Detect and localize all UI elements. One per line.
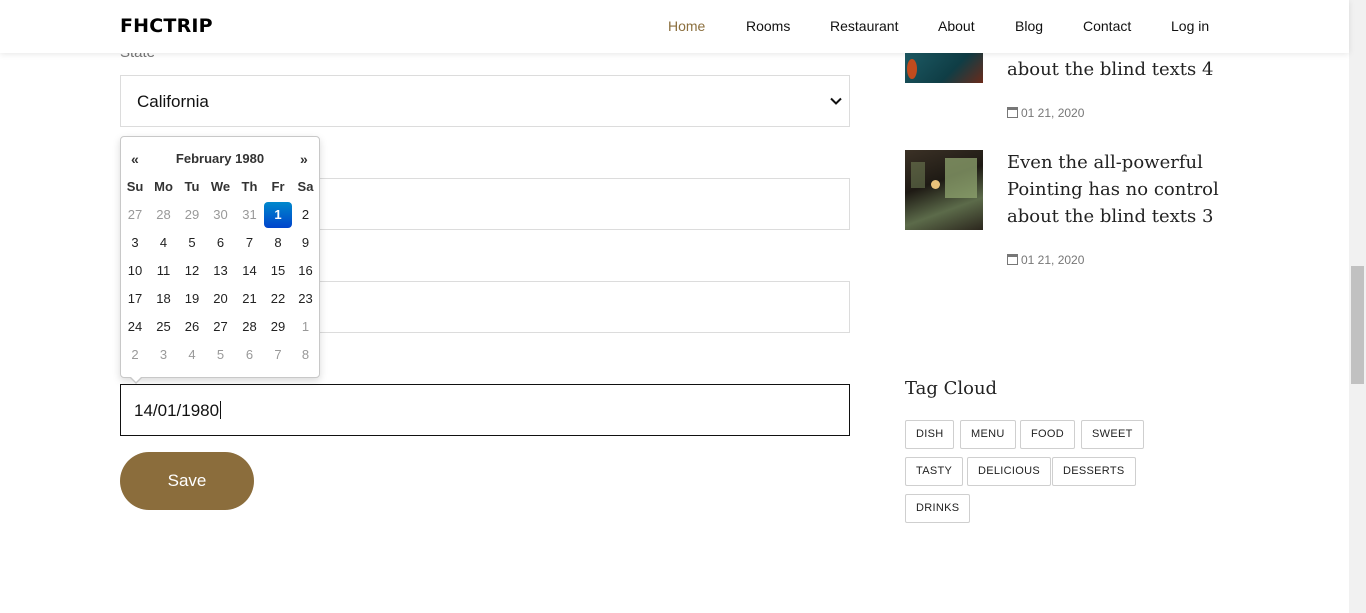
datepicker-day[interactable]: 17 — [121, 285, 149, 313]
datepicker-day[interactable]: 3 — [121, 229, 149, 257]
datepicker-day[interactable]: 21 — [235, 285, 264, 313]
post-thumbnail[interactable] — [905, 53, 983, 83]
nav-contact[interactable]: Contact — [1083, 18, 1131, 34]
datepicker-day[interactable]: 12 — [178, 257, 206, 285]
datepicker-day[interactable]: 7 — [235, 229, 264, 257]
datepicker-day[interactable]: 2 — [292, 201, 319, 229]
nav-rooms[interactable]: Rooms — [746, 18, 790, 34]
tag-dish[interactable]: DISH — [905, 420, 955, 449]
datepicker-day[interactable]: 20 — [206, 285, 235, 313]
tag-menu[interactable]: MENU — [960, 420, 1016, 449]
nav-blog[interactable]: Blog — [1015, 18, 1043, 34]
datepicker-day[interactable]: 5 — [206, 341, 235, 369]
datepicker-day[interactable]: 7 — [264, 341, 292, 369]
datepicker-day[interactable]: 28 — [235, 313, 264, 341]
datepicker-month-title[interactable]: February 1980 — [121, 151, 319, 166]
datepicker-day[interactable]: 14 — [235, 257, 264, 285]
datepicker-day[interactable]: 6 — [206, 229, 235, 257]
datepicker-day[interactable]: 9 — [292, 229, 319, 257]
datepicker-day[interactable]: 4 — [149, 229, 178, 257]
birthdate-input[interactable]: 14/01/1980 — [120, 384, 850, 436]
datepicker-day[interactable]: 8 — [292, 341, 319, 369]
post-thumbnail[interactable] — [905, 150, 983, 230]
chevron-down-icon — [830, 97, 842, 105]
calendar-icon — [1007, 254, 1018, 265]
datepicker-next-icon[interactable]: » — [300, 151, 308, 167]
tag-drinks[interactable]: DRINKS — [905, 494, 971, 523]
datepicker-day[interactable]: 26 — [178, 313, 206, 341]
tag-sweet[interactable]: SWEET — [1081, 420, 1144, 449]
brand-logo[interactable]: FHCTRIP — [120, 15, 213, 37]
datepicker-weekday: Su — [126, 179, 144, 194]
post-date: 01 21, 2020 — [1007, 106, 1084, 120]
datepicker-day[interactable]: 3 — [149, 341, 178, 369]
datepicker-weekday: Fr — [271, 179, 285, 194]
datepicker-day[interactable]: 27 — [206, 313, 235, 341]
nav-home[interactable]: Home — [668, 18, 705, 34]
nav-restaurant[interactable]: Restaurant — [830, 18, 898, 34]
datepicker-day[interactable]: 8 — [264, 229, 292, 257]
datepicker-day[interactable]: 23 — [292, 285, 319, 313]
datepicker-weekday: Tu — [184, 179, 200, 194]
scrollbar-thumb[interactable] — [1351, 266, 1364, 384]
datepicker-day[interactable]: 22 — [264, 285, 292, 313]
datepicker-day[interactable]: 6 — [235, 341, 264, 369]
recent-post-title[interactable]: Even the all-powerful Pointing has no co… — [1007, 149, 1237, 230]
datepicker-weekday: We — [210, 179, 231, 194]
nav-login[interactable]: Log in — [1171, 18, 1209, 34]
datepicker-day[interactable]: 2 — [121, 341, 149, 369]
datepicker-day[interactable]: 19 — [178, 285, 206, 313]
datepicker-day[interactable]: 31 — [235, 201, 264, 229]
datepicker-day[interactable]: 10 — [121, 257, 149, 285]
state-select[interactable]: California — [120, 75, 850, 127]
datepicker-day[interactable]: 27 — [121, 201, 149, 229]
calendar-icon — [1007, 107, 1018, 118]
datepicker-day[interactable]: 29 — [264, 313, 292, 341]
tag-delicious[interactable]: DELICIOUS — [967, 457, 1051, 486]
datepicker-day[interactable]: 29 — [178, 201, 206, 229]
datepicker-day[interactable]: 15 — [264, 257, 292, 285]
datepicker-day[interactable]: 25 — [149, 313, 178, 341]
datepicker-day[interactable]: 1 — [292, 313, 319, 341]
datepicker-popup: February 1980 « » Su Mo Tu We Th Fr Sa 27 28 29 30… — [120, 136, 320, 384]
datepicker-day[interactable]: 24 — [121, 313, 149, 341]
post-date: 01 21, 2020 — [1007, 253, 1084, 267]
tag-cloud-heading: Tag Cloud — [905, 378, 998, 399]
birthdate-value: 14/01/1980 — [134, 401, 222, 420]
recent-post-title[interactable]: about the blind texts 4 — [1007, 56, 1237, 83]
datepicker-prev-icon[interactable]: « — [131, 151, 139, 167]
datepicker-day[interactable]: 11 — [149, 257, 178, 285]
datepicker-day[interactable]: 5 — [178, 229, 206, 257]
datepicker-day[interactable]: 1 — [264, 202, 292, 228]
tag-tasty[interactable]: TASTY — [905, 457, 964, 486]
datepicker-day[interactable]: 30 — [206, 201, 235, 229]
top-navbar: FHCTRIP Home Rooms Restaurant About Blog… — [0, 0, 1349, 53]
datepicker-day[interactable]: 18 — [149, 285, 178, 313]
datepicker-weekday: Sa — [297, 179, 314, 194]
page-scrollbar[interactable] — [1349, 0, 1366, 613]
datepicker-day[interactable]: 13 — [206, 257, 235, 285]
datepicker-grid: Su Mo Tu We Th Fr Sa 27 28 29 30 31 1 2 3 4 5 6 7 8 9 10 11 12 1… — [121, 173, 319, 369]
datepicker-day[interactable]: 28 — [149, 201, 178, 229]
state-select-value: California — [137, 92, 209, 111]
nav-about[interactable]: About — [938, 18, 975, 34]
text-caret — [220, 401, 222, 419]
datepicker-weekday: Mo — [154, 179, 173, 194]
datepicker-day[interactable]: 16 — [292, 257, 319, 285]
tag-desserts[interactable]: DESSERTS — [1052, 457, 1136, 486]
datepicker-weekday: Th — [241, 179, 258, 194]
datepicker-day[interactable]: 4 — [178, 341, 206, 369]
save-button[interactable]: Save — [120, 452, 254, 510]
tag-food[interactable]: FOOD — [1020, 420, 1075, 449]
